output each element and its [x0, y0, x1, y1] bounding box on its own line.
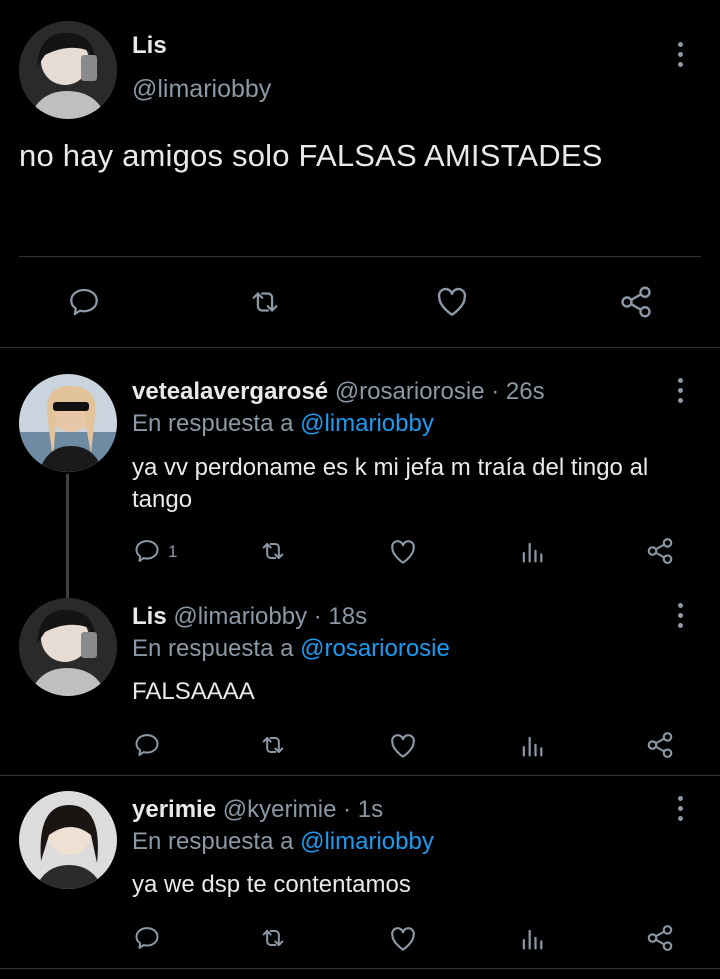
- author-handle[interactable]: @limariobby: [132, 75, 271, 104]
- mention-link[interactable]: @limariobby: [300, 828, 434, 855]
- avatar[interactable]: [19, 374, 117, 472]
- share-icon[interactable]: [644, 730, 676, 760]
- reply-count: 1: [168, 542, 178, 561]
- share-icon[interactable]: [644, 923, 676, 953]
- author-handle[interactable]: @limariobby: [173, 603, 307, 630]
- reply-context: En respuesta a @limariobby: [132, 410, 434, 438]
- reply-header: vetealavergarosé @rosariorosie · 26s: [132, 378, 545, 406]
- author-handle[interactable]: @kyerimie: [223, 796, 337, 823]
- retweet-icon[interactable]: [246, 285, 284, 319]
- avatar[interactable]: [19, 598, 117, 696]
- mention-link[interactable]: @rosariorosie: [300, 635, 450, 662]
- reply-icon[interactable]: [66, 285, 102, 319]
- tweet-text: ya we dsp te contentamos: [132, 871, 411, 898]
- reply-icon[interactable]: [132, 924, 162, 952]
- retweet-icon[interactable]: [257, 537, 289, 565]
- avatar[interactable]: [19, 21, 117, 119]
- reply-context: En respuesta a @rosariorosie: [132, 635, 450, 663]
- author-name[interactable]: yerimie: [132, 796, 216, 823]
- author-name[interactable]: Lis: [132, 603, 167, 630]
- analytics-icon[interactable]: [518, 925, 546, 953]
- like-icon[interactable]: [387, 924, 419, 954]
- reply-header: yerimie @kyerimie · 1s: [132, 796, 383, 824]
- thread-line: [66, 474, 69, 598]
- like-icon[interactable]: [387, 731, 419, 761]
- share-icon[interactable]: [644, 536, 676, 566]
- tweet-text: FALSAAAA: [132, 678, 255, 705]
- retweet-icon[interactable]: [257, 731, 289, 759]
- retweet-icon[interactable]: [257, 924, 289, 952]
- divider: [0, 775, 720, 776]
- like-icon[interactable]: [387, 537, 419, 567]
- tweet-text: no hay amigos solo FALSAS AMISTADES: [19, 138, 603, 173]
- mention-link[interactable]: @limariobby: [300, 410, 434, 437]
- more-options-icon[interactable]: [668, 599, 692, 631]
- analytics-icon[interactable]: [518, 538, 546, 566]
- divider: [19, 256, 701, 257]
- reply-icon[interactable]: [132, 537, 162, 565]
- author-handle[interactable]: @rosariorosie: [335, 378, 485, 405]
- timestamp[interactable]: · 18s: [314, 603, 367, 630]
- divider: [0, 968, 720, 969]
- reply-context-prefix: En respuesta a: [132, 635, 294, 662]
- analytics-icon[interactable]: [518, 732, 546, 760]
- more-options-icon[interactable]: [668, 374, 692, 406]
- tweet-text: ya vv perdoname es k mi jefa m traía del…: [132, 454, 649, 513]
- author-name[interactable]: vetealavergarosé: [132, 378, 328, 405]
- like-icon[interactable]: [433, 284, 471, 320]
- reply-icon[interactable]: [132, 731, 162, 759]
- more-options-icon[interactable]: [668, 38, 692, 70]
- timestamp[interactable]: · 1s: [343, 796, 383, 823]
- reply-context-prefix: En respuesta a: [132, 410, 294, 437]
- divider: [0, 347, 720, 348]
- share-icon[interactable]: [616, 284, 656, 320]
- reply-context: En respuesta a @limariobby: [132, 828, 434, 856]
- avatar[interactable]: [19, 791, 117, 889]
- reply-context-prefix: En respuesta a: [132, 828, 294, 855]
- reply-header: Lis @limariobby · 18s: [132, 603, 367, 631]
- more-options-icon[interactable]: [668, 792, 692, 824]
- timestamp[interactable]: · 26s: [491, 378, 544, 405]
- author-name[interactable]: Lis: [132, 32, 167, 60]
